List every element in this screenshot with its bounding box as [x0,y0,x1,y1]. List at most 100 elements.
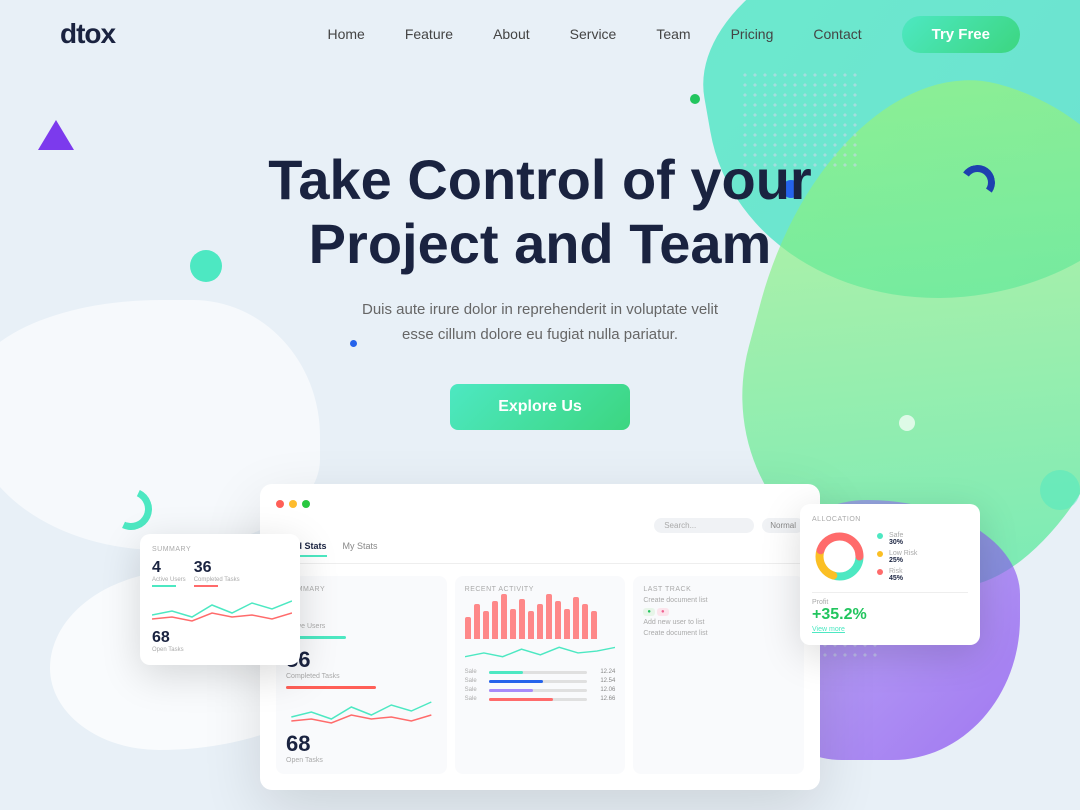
try-free-button[interactable]: Try Free [902,16,1020,53]
last-track-title: Last Track [643,586,794,593]
nav-home[interactable]: Home [327,26,364,42]
float-active-num: 4 [152,559,186,577]
active-users-num: 4 [286,597,437,623]
float-card-left: SUMMARY 4 Active Users 36 Completed Task… [140,534,300,665]
dot-green [302,500,310,508]
active-users-label: Active Users [286,623,437,630]
nav-team[interactable]: Team [656,26,690,42]
float-open-num: 68 [152,629,288,647]
bar-12 [564,609,570,639]
float-stats-row: 4 Active Users 36 Completed Tasks [152,559,288,587]
dot-red [276,500,284,508]
logo: dtox [60,18,115,50]
summary-card: SUMMARY 4 Active Users 36 Completed Task… [276,576,447,774]
legend-lowrisk-val: 25% [889,557,917,564]
navbar: dtox Home Feature About Service Team Pri… [0,0,1080,68]
legend-safe-val: 30% [889,539,903,546]
bar-11 [555,601,561,639]
nav-pricing[interactable]: Pricing [731,26,774,42]
completed-tasks-num: 36 [286,647,437,673]
activity-card: Recent Activity [455,576,626,774]
dash-search[interactable]: Search... [654,518,754,533]
explore-button[interactable]: Explore Us [450,384,630,430]
allocation-title: ALLOCATION [812,516,968,523]
legend-risk-val: 45% [889,575,903,582]
bar-1 [465,617,471,639]
legend-dot-lowrisk [877,551,883,557]
bar-10 [546,594,552,639]
nav-feature[interactable]: Feature [405,26,453,42]
tag-pink-1: ● [657,608,669,616]
hero-title-line2: Project and Team [309,212,772,275]
hero-subtitle: Duis aute irure dolor in reprehenderit i… [360,297,720,348]
float-completed: 36 Completed Tasks [194,559,240,587]
last-track-card: Last Track Create document list ● ● Add … [633,576,804,774]
summary-chart [286,697,437,725]
legend-safe: Safe 30% [877,532,917,546]
float-active-label: Active Users [152,577,186,583]
profit-label: Profit [812,599,968,606]
bar-5 [501,594,507,639]
allocation-legend: Safe 30% Low Risk 25% Risk 45% [877,532,917,582]
bar-2 [474,604,480,639]
float-bar-teal [152,585,176,587]
legend-safe-text: Safe 30% [889,532,903,546]
completed-tasks-label: Completed Tasks [286,673,437,680]
legend-safe-label: Safe [889,532,903,539]
float-open-label: Open Tasks [152,647,288,653]
hero-section: Take Control of your Project and Team Du… [0,68,1080,430]
nav-service[interactable]: Service [570,26,617,42]
dashboard-main-window: Search... Normal Board Stats My Stats SU… [260,484,820,790]
float-completed-num: 36 [194,559,240,577]
dashboard-tabs: Board Stats My Stats [276,541,804,564]
summary-title: SUMMARY [286,586,437,593]
open-tasks-num: 68 [286,731,437,757]
dashboard-grid: SUMMARY 4 Active Users 36 Completed Task… [276,576,804,774]
tab-my-stats[interactable]: My Stats [343,541,378,557]
float-completed-label: Completed Tasks [194,577,240,583]
profit-section: Profit +35.2% View more [812,592,968,633]
dash-toolbar: Search... Normal [276,518,804,533]
dash-normal-btn[interactable]: Normal [762,518,804,533]
bar-15 [591,611,597,639]
bar-8 [528,611,534,639]
activity-line-chart [465,643,616,661]
progress-row-2: Sale 12.54 [465,678,616,684]
circle-teal-2 [1040,470,1080,510]
view-more-link[interactable]: View more [812,626,845,633]
track-tags-1: ● ● [643,608,794,616]
float-chart [152,593,292,623]
activity-bars [465,599,616,639]
bar-4 [492,601,498,639]
nav-about[interactable]: About [493,26,530,42]
bar-3 [483,611,489,639]
legend-risk: Risk 45% [877,568,917,582]
float-summary-title: SUMMARY [152,546,288,553]
legend-risk-label: Risk [889,568,903,575]
hero-title-line1: Take Control of your [268,148,811,211]
float-bar-red [194,585,218,587]
float-card-right: ALLOCATION Safe 30% [800,504,980,645]
open-tasks-label: Open Tasks [286,757,437,764]
progress-row-4: Sale 12.66 [465,696,616,702]
nav-links: Home Feature About Service Team Pricing … [327,16,1020,53]
completed-bar [286,686,376,689]
float-active-users: 4 Active Users [152,559,186,587]
progress-bars-section: Sale 12.24 Sale 12.54 Sale 12.06 [465,669,616,702]
legend-risk-text: Risk 45% [889,568,903,582]
donut-chart [812,529,867,584]
activity-title: Recent Activity [465,586,616,593]
bar-6 [510,609,516,639]
window-dots [276,500,804,508]
track-instruction-3: Create document list [643,630,794,637]
bar-13 [573,597,579,639]
bar-7 [519,599,525,639]
progress-row-3: Sale 12.06 [465,687,616,693]
hero-title: Take Control of your Project and Team [0,148,1080,277]
float-open-tasks: 68 Open Tasks [152,629,288,653]
track-instruction-2: Add new user to list [643,619,794,626]
nav-contact[interactable]: Contact [813,26,861,42]
allocation-content: Safe 30% Low Risk 25% Risk 45% [812,529,968,584]
dashboard-mockup: Search... Normal Board Stats My Stats SU… [220,484,860,790]
legend-low-risk: Low Risk 25% [877,550,917,564]
